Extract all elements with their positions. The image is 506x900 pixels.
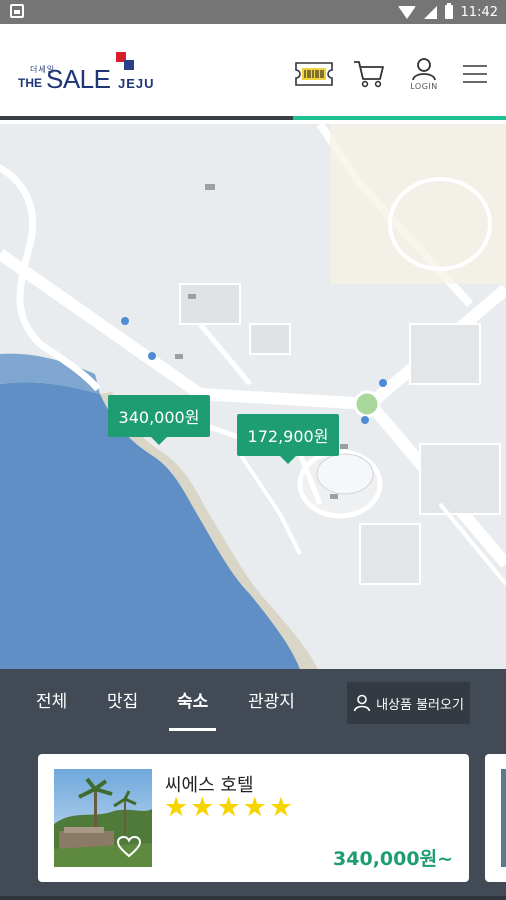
tab-all[interactable]: 전체 [36,687,67,723]
person-icon [412,58,436,81]
category-tabs: 전체 맛집 숙소 관광지 내상품 불러오기 [0,669,506,731]
map-view[interactable]: 340,000원 172,900원 [0,124,506,669]
wifi-icon [397,5,416,19]
map-price-pin[interactable]: 340,000원 [108,395,210,445]
tab-label: 전체 [36,692,68,712]
listing-card[interactable]: 씨에스 호텔 ★ ★ ★ ★ ★ 340,000원~ [38,754,469,882]
ticket-button[interactable] [292,54,336,94]
tab-label: 맛집 [107,692,139,712]
listing-thumbnail [501,769,506,867]
person-icon [353,694,371,712]
the-sale-jeju-logo[interactable]: 더세일 THE SALE JEJU [18,52,158,96]
tab-accommodation[interactable]: 숙소 [168,687,217,731]
heart-icon[interactable] [116,835,142,859]
battery-icon [444,3,453,19]
hamburger-menu-icon [463,65,487,83]
tab-label: 관광지 [248,692,295,712]
header-progress-bar [0,116,506,120]
star-icon: ★ [268,792,294,823]
logo-the-text: THE [18,76,42,90]
star-icon: ★ [190,792,215,823]
cart-button[interactable] [350,54,388,94]
map-price-pin-label: 340,000원 [118,408,200,427]
menu-button[interactable] [458,54,492,94]
listing-rating: ★ ★ ★ ★ ★ [164,794,293,821]
app-header: 더세일 THE SALE JEJU LOGIN [0,24,506,120]
gallery-notification-icon [10,4,24,18]
logo-jeju-text: JEJU [118,76,155,91]
header-progress-fill [293,116,506,120]
status-icons: 11:42 [397,0,498,24]
map-base [0,124,506,669]
load-my-items-button[interactable]: 내상품 불러오기 [347,682,470,724]
load-my-items-label: 내상품 불러오기 [376,697,464,713]
listing-thumbnail [54,769,152,867]
map-price-pin[interactable]: 172,900원 [237,414,339,464]
nav-bar-strip [0,896,506,900]
cart-icon [354,61,384,88]
bottom-panel: 전체 맛집 숙소 관광지 내상품 불러오기 씨에스 호텔 ★ ★ ★ ★ ★ 3… [0,669,506,900]
cell-signal-icon [423,5,437,19]
star-icon: ★ [242,792,267,823]
star-icon: ★ [216,792,241,823]
status-bar: 11:42 [0,0,506,24]
star-icon: ★ [164,792,189,823]
tab-attractions[interactable]: 관광지 [248,687,295,723]
listing-price: 340,000원~ [333,848,453,870]
tab-restaurants[interactable]: 맛집 [107,687,138,723]
logo-sale-text: SALE [46,64,111,94]
next-listing-card[interactable] [485,754,506,882]
login-label: LOGIN [410,82,438,91]
ticket-icon [295,62,333,86]
login-button[interactable]: LOGIN [406,54,442,94]
map-price-pin-label: 172,900원 [247,427,329,446]
status-time: 11:42 [460,4,498,20]
logo-blue-square [124,60,134,70]
tab-label: 숙소 [177,692,209,712]
